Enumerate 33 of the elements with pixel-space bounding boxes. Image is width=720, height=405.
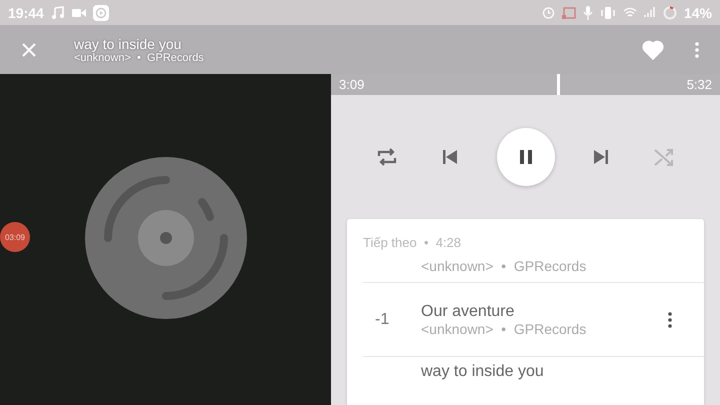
pause-button[interactable]: [496, 128, 554, 186]
microphone-icon: [582, 6, 593, 20]
signal-icon: [644, 7, 656, 18]
skip-back-icon: [442, 149, 458, 165]
heart-icon: [642, 40, 664, 60]
pause-icon: [518, 149, 534, 165]
vibrate-icon: [600, 6, 616, 18]
queue-item-subtitle: <unknown> • GPRecords: [421, 320, 588, 336]
shuffle-icon: [653, 147, 675, 167]
cast-icon: [562, 6, 576, 18]
more-vertical-icon: [695, 42, 699, 58]
song-subtitle: <unknown> • GPRecords: [74, 52, 205, 64]
progress-marker[interactable]: [556, 74, 560, 95]
queue-item-number: -1: [374, 310, 390, 328]
wifi-icon: [622, 7, 637, 18]
music-note-icon: [50, 6, 65, 20]
alarm-icon: [542, 6, 555, 19]
queue-item-title[interactable]: way to inside you: [421, 363, 544, 381]
queue-item-title[interactable]: Our aventure: [421, 302, 658, 320]
vinyl-disc-icon: [84, 156, 246, 318]
timer-badge: 03:09: [0, 222, 30, 252]
video-camera-icon: [72, 8, 86, 18]
song-title: way to inside you: [74, 36, 182, 52]
play-box-icon: [92, 4, 109, 20]
elapsed-time: 3:09: [339, 77, 364, 92]
repeat-icon: [376, 147, 398, 167]
more-vertical-icon: [668, 312, 672, 328]
battery-icon: [662, 6, 677, 20]
queue-item-subtitle: <unknown> • GPRecords: [421, 258, 586, 274]
total-time: 5:32: [686, 77, 712, 92]
close-icon: [21, 42, 37, 58]
skip-forward-icon: [593, 149, 610, 165]
queue-heading: Tiếp theo • 4:28: [363, 235, 462, 250]
